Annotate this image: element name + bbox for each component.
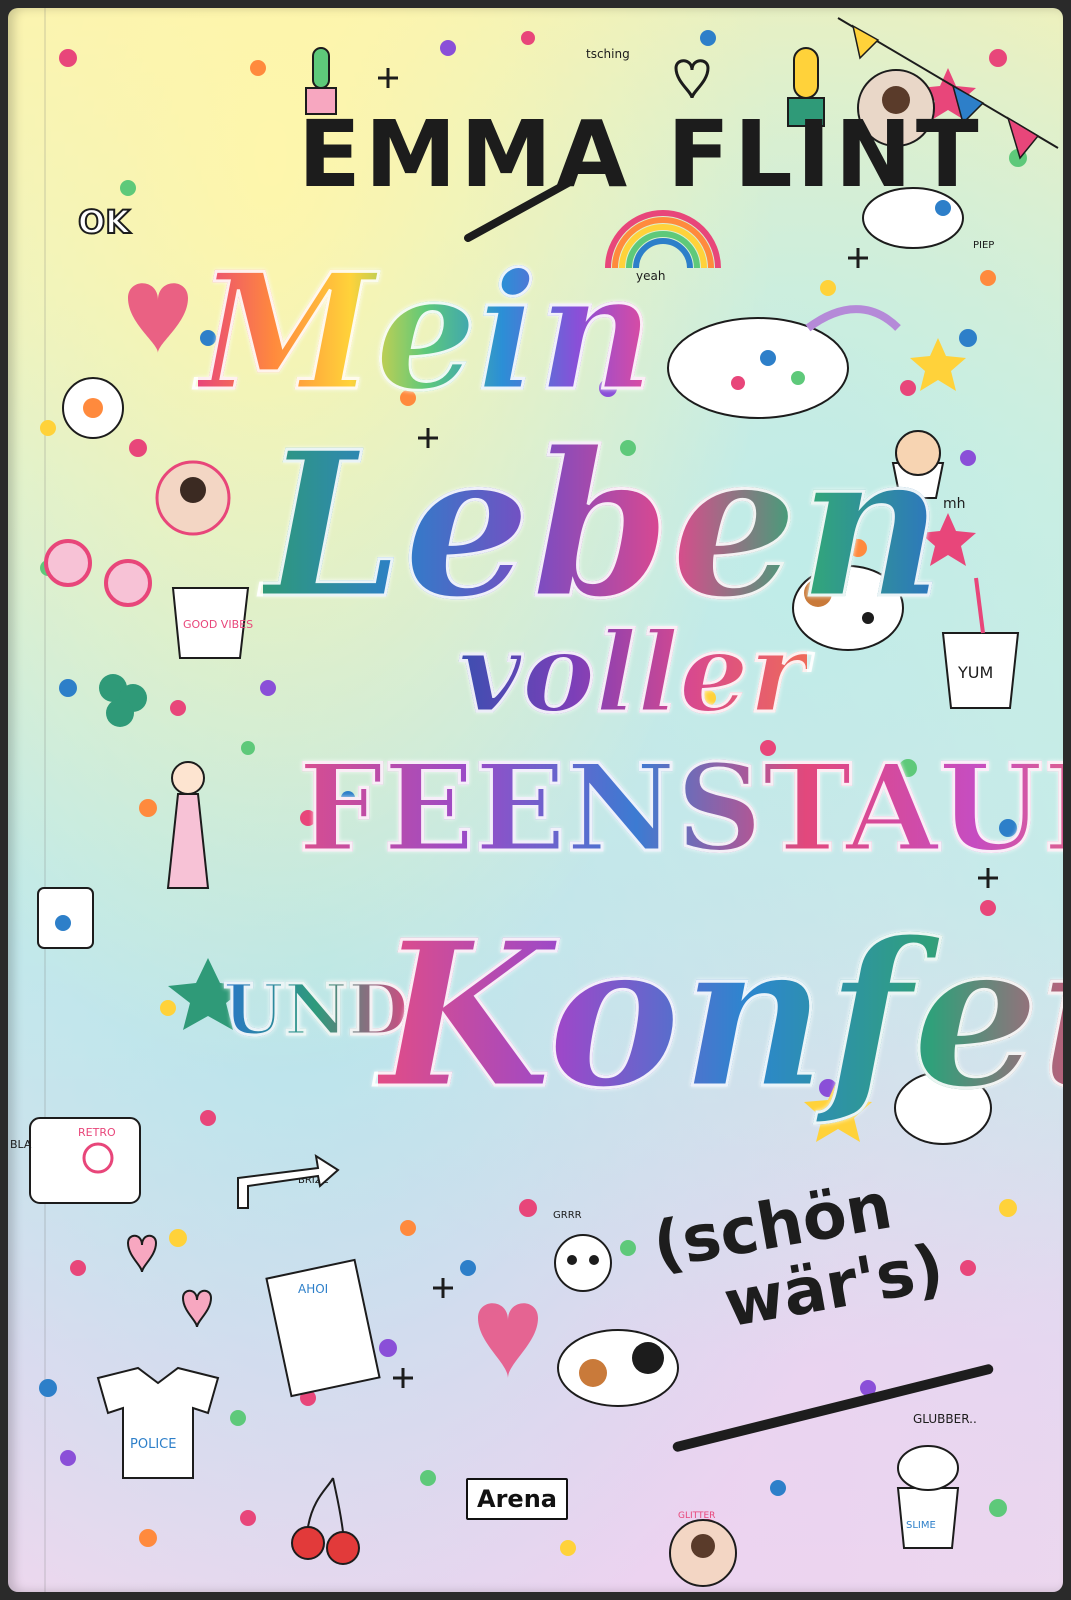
- confetti-dot: [139, 1529, 157, 1547]
- star-icon: [910, 338, 966, 391]
- sunglasses-icon: [44, 539, 152, 607]
- confetti-dot: [241, 741, 255, 755]
- confetti-dot: [59, 679, 77, 697]
- ok-label: OK: [78, 203, 131, 241]
- confetti-dot: [959, 329, 977, 347]
- slime-cup-icon: GLUBBER.. SLIME: [896, 1412, 977, 1549]
- piep-label: PIEP: [973, 240, 994, 251]
- confetti-dot: [960, 450, 976, 466]
- title-line-mein: Mein: [196, 237, 655, 428]
- slime-label: SLIME: [906, 1520, 936, 1531]
- bla-label: BLA: [10, 1138, 32, 1151]
- confetti-dot: [560, 1540, 576, 1556]
- heart-icon: [128, 283, 188, 353]
- portrait-photo-frame: [155, 460, 231, 536]
- t-shirt-icon: POLICE: [96, 1366, 220, 1479]
- confetti-dot: [770, 1480, 786, 1496]
- heart-icon: [181, 1289, 213, 1328]
- glitter-label: GLITTER: [678, 1511, 715, 1521]
- heart-icon: [126, 1234, 158, 1273]
- heart-icon: [674, 59, 710, 99]
- confetti-dot: [120, 180, 136, 196]
- confetti-dot: [240, 1510, 256, 1526]
- confetti-dot: [170, 700, 186, 716]
- sailor-poster-icon: AHOI: [265, 1258, 381, 1398]
- good-vibes-cup-icon: GOOD VIBES: [171, 587, 253, 659]
- confetti-dot: [169, 1229, 187, 1247]
- publisher-logo: Arena: [466, 1478, 568, 1520]
- portrait-photo-frame: GLITTER: [669, 1511, 737, 1587]
- confetti-dot: [139, 799, 157, 817]
- confetti-dot: [160, 1000, 176, 1016]
- confetti-dot: [420, 1470, 436, 1486]
- title-line-voller: voller: [457, 607, 809, 739]
- confetti-dot: [40, 420, 56, 436]
- fairy-icon: [166, 761, 210, 889]
- confetti-dot: [989, 1499, 1007, 1517]
- unicorn-icon: [667, 305, 901, 419]
- arrow-icon: [237, 1153, 340, 1209]
- daisy-icon: [62, 377, 124, 439]
- confetti-dot: [230, 1410, 246, 1426]
- heart-icon: [478, 1303, 538, 1378]
- confetti-dot: [400, 1220, 416, 1236]
- ahoi-label: AHOI: [298, 1282, 328, 1296]
- confetti-dot: [700, 30, 716, 46]
- confetti-dot: [379, 1339, 397, 1357]
- confetti-dot: [70, 1260, 86, 1276]
- cherries-icon: [291, 1477, 360, 1565]
- author-name: EMMA FLINT: [298, 101, 983, 208]
- grrr-label: GRRR: [553, 1210, 582, 1221]
- confetti-dot: [250, 60, 266, 76]
- police-label: POLICE: [130, 1437, 176, 1452]
- mh-label: mh: [943, 496, 966, 512]
- confetti-dot: [521, 31, 535, 45]
- good-vibes-label: GOOD VIBES: [183, 618, 253, 631]
- guinea-pig-icon: [557, 1329, 679, 1407]
- mug-icon: [37, 887, 94, 949]
- book-cover: RETRO GOOD VIBES YUM mh GRRR POLICE PIEP…: [8, 8, 1063, 1592]
- drink-cup-icon: YUM: [941, 577, 1020, 709]
- confetti-dot: [59, 49, 77, 67]
- confetti-dot: [260, 680, 276, 696]
- confetti-dot: [620, 1240, 636, 1256]
- title-line-konfetti: Konfetti: [376, 897, 1063, 1135]
- confetti-dot: [200, 1110, 216, 1126]
- tsching-label: tsching: [586, 47, 630, 61]
- skull-icon: GRRR: [553, 1210, 612, 1292]
- title-line-feenstaub: FEENSTAUB: [296, 737, 1063, 881]
- radio-label: RETRO: [78, 1126, 116, 1139]
- confetti-dot: [980, 270, 996, 286]
- confetti-dot: [820, 280, 836, 296]
- confetti-dot: [519, 1199, 537, 1217]
- retro-radio-icon: RETRO: [29, 1117, 141, 1204]
- confetti-dot: [460, 1260, 476, 1276]
- confetti-dot: [129, 439, 147, 457]
- confetti-dot: [60, 1450, 76, 1466]
- confetti-dot: [900, 380, 916, 396]
- clover-icon: [99, 674, 147, 727]
- confetti-dot: [989, 49, 1007, 67]
- confetti-dot: [39, 1379, 57, 1397]
- glubber-label: GLUBBER..: [913, 1412, 977, 1426]
- confetti-dot: [440, 40, 456, 56]
- yum-label: YUM: [957, 663, 993, 682]
